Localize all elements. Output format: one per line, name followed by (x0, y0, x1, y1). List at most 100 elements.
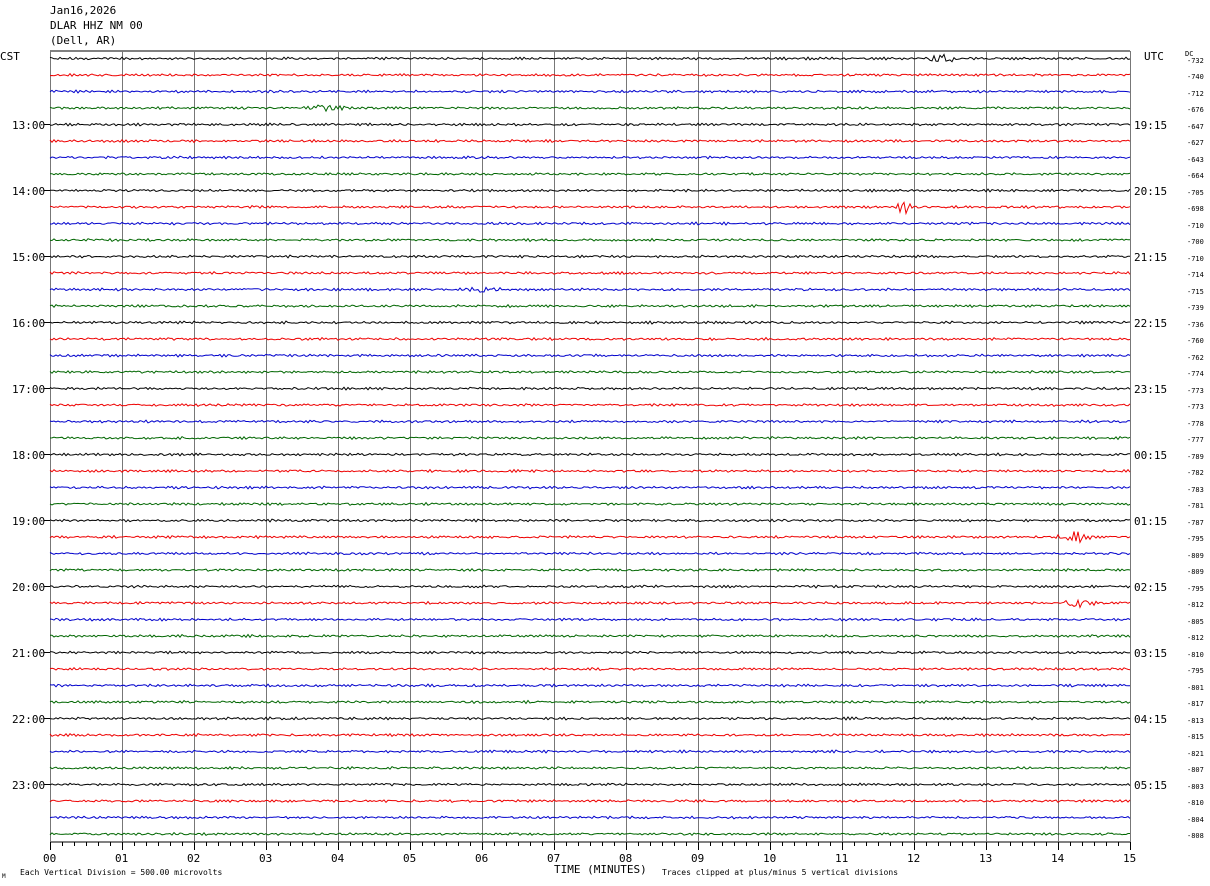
dc-offset-label: -821 (1187, 749, 1204, 758)
x-tick-label: 13 (979, 852, 993, 865)
dc-offset-label: -732 (1187, 56, 1204, 65)
dc-offset-label: -810 (1187, 650, 1204, 659)
seismic-trace (49, 386, 1131, 391)
right-hour-label: 21:15 (1134, 250, 1168, 264)
x-axis-title: TIME (MINUTES) (554, 863, 647, 876)
seismic-trace (49, 104, 1131, 113)
dc-offset-label: -810 (1187, 799, 1204, 807)
seismic-trace (49, 765, 1131, 771)
dc-offset-label: -777 (1187, 436, 1204, 444)
seismic-trace (49, 155, 1131, 160)
dc-offset-label: -812 (1187, 601, 1204, 609)
dc-offset-label: -710 (1187, 221, 1204, 230)
dc-offset-label: -664 (1187, 172, 1204, 180)
x-tick-label: 15 (1123, 852, 1137, 865)
left-hour-label: 21:00 (12, 646, 46, 660)
seismic-trace (49, 749, 1131, 754)
dc-offset-label: -782 (1187, 469, 1204, 477)
dc-offset-label: -647 (1187, 122, 1204, 131)
seismic-trace (49, 237, 1130, 243)
seismic-trace (49, 435, 1131, 441)
seismic-trace (49, 286, 1131, 293)
seismic-trace (49, 468, 1131, 474)
seismic-trace (49, 485, 1131, 490)
seismic-trace (49, 138, 1131, 144)
seismic-trace (49, 567, 1131, 573)
seismic-trace (49, 798, 1131, 804)
scale-note: Each Vertical Division = 500.00 microvol… (20, 868, 223, 877)
x-tick-label: 06 (475, 852, 489, 865)
dc-offset-label: -739 (1187, 304, 1204, 312)
seismic-trace (49, 501, 1131, 507)
dc-offset-label: -712 (1187, 89, 1204, 98)
dc-offset-label: -643 (1187, 155, 1204, 164)
seismic-trace (49, 72, 1131, 78)
dc-offset-label: -783 (1187, 485, 1204, 494)
dc-offset-label: -804 (1187, 815, 1204, 824)
seismic-trace (49, 782, 1131, 787)
seismic-trace (49, 617, 1131, 622)
corner-mark: M (2, 873, 6, 880)
right-hour-label: 23:15 (1134, 382, 1168, 396)
seismic-trace (49, 369, 1131, 375)
right-hour-label: 02:15 (1134, 580, 1168, 594)
seismic-trace (49, 584, 1131, 589)
dc-offset-label: -736 (1187, 320, 1204, 329)
dc-offset-label: -795 (1187, 584, 1204, 593)
seismic-trace (50, 650, 1131, 655)
dc-offset-label: -813 (1187, 716, 1204, 725)
x-tick-label: 03 (259, 852, 273, 865)
left-hour-label: 15:00 (12, 250, 46, 264)
dc-offset-label: -740 (1187, 73, 1204, 81)
left-hour-label: 20:00 (12, 580, 46, 594)
seismic-trace (49, 699, 1131, 705)
dc-offset-label: -698 (1187, 205, 1204, 213)
seismic-trace (49, 89, 1131, 94)
right-hour-label: 00:15 (1134, 448, 1168, 462)
seismic-trace (49, 518, 1131, 523)
seismic-trace (49, 633, 1131, 639)
x-tick-label: 14 (1051, 852, 1065, 865)
seismic-trace (49, 353, 1131, 358)
dc-offset-label: -809 (1187, 551, 1204, 560)
seismic-trace (49, 683, 1131, 688)
dc-offset-label: -807 (1187, 766, 1204, 774)
left-hour-label: 14:00 (12, 184, 46, 198)
seismic-trace (50, 221, 1131, 226)
dc-offset-label: -815 (1187, 733, 1204, 741)
seismic-trace (49, 270, 1131, 276)
x-tick-label: 02 (187, 852, 201, 865)
clip-note: Traces clipped at plus/minus 5 vertical … (662, 868, 899, 877)
x-tick-label: 05 (403, 852, 417, 865)
dc-offset-label: -773 (1187, 403, 1204, 411)
seismic-trace (49, 815, 1131, 820)
seismic-trace (49, 171, 1131, 177)
x-tick-label: 00 (43, 852, 57, 865)
right-hour-label: 04:15 (1134, 712, 1168, 726)
seismic-trace (49, 201, 1131, 216)
dc-offset-label: -803 (1187, 782, 1204, 791)
dc-offset-label: -812 (1187, 634, 1204, 642)
right-hour-label: 01:15 (1134, 514, 1168, 528)
seismic-trace (49, 320, 1131, 325)
dc-offset-label: -676 (1187, 106, 1204, 114)
dc-offset-label: -817 (1187, 700, 1204, 708)
seismic-trace (49, 716, 1131, 721)
x-tick-label: 04 (331, 852, 345, 865)
seismic-trace (49, 732, 1131, 738)
dc-offset-label: -795 (1187, 667, 1204, 675)
left-hour-label: 16:00 (12, 316, 46, 330)
seismic-trace (49, 551, 1131, 556)
dc-offset-label: -801 (1187, 683, 1204, 692)
dc-offset-label: -700 (1187, 238, 1204, 246)
left-hour-label: 17:00 (12, 382, 46, 396)
seismic-trace (50, 188, 1131, 193)
seismic-trace (49, 122, 1131, 127)
seismic-trace (49, 666, 1131, 672)
left-hour-label: 22:00 (12, 712, 46, 726)
dc-offset-label: -705 (1187, 188, 1204, 197)
seismic-trace (49, 254, 1130, 259)
dc-offset-label: -795 (1187, 535, 1204, 543)
x-tick-label: 10 (763, 852, 777, 865)
dc-offset-label: -715 (1187, 287, 1204, 296)
